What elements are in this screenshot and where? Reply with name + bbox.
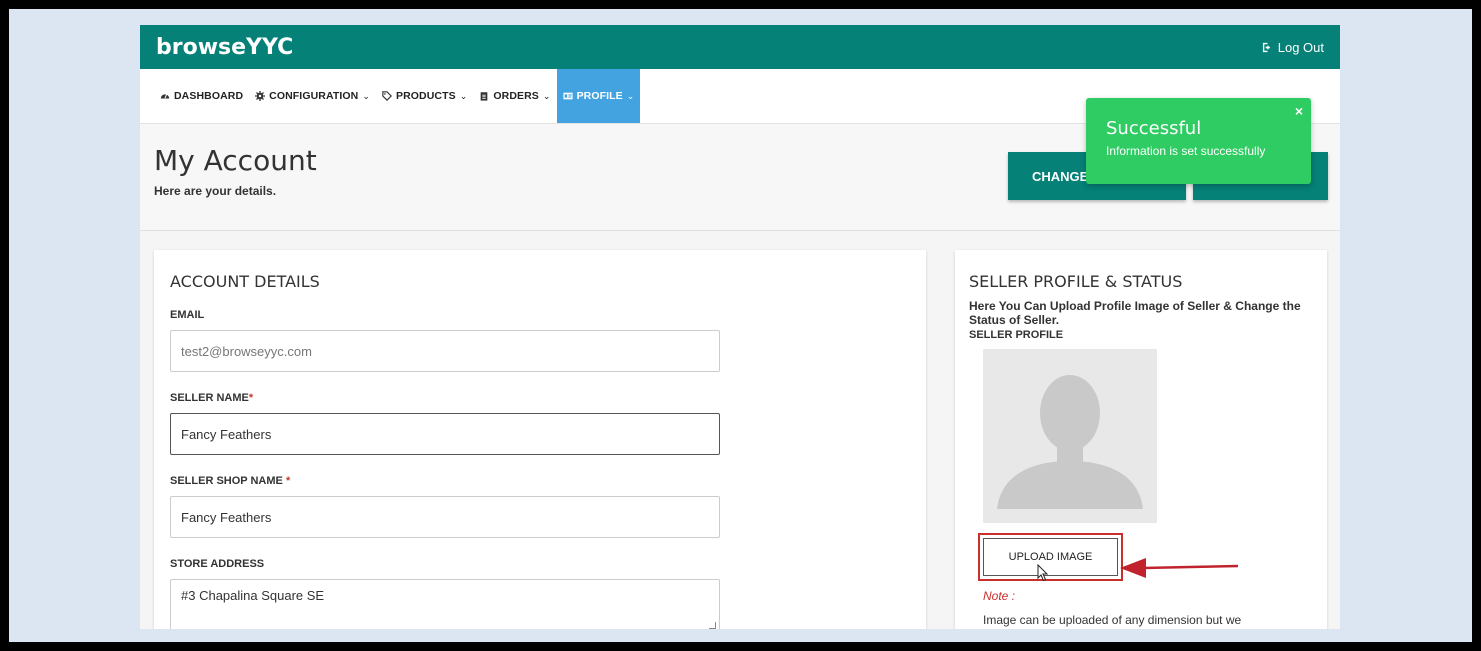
- required-mark: *: [248, 392, 254, 404]
- dashboard-icon: [160, 94, 170, 99]
- nav-dashboard[interactable]: DASHBOARD: [154, 69, 249, 123]
- chevron-down-icon: ⌄: [459, 90, 468, 101]
- screenshot-frame: browseYYC Log Out DASHBOARD CONFIGURATIO…: [9, 9, 1472, 642]
- note-label: Note :: [983, 589, 1016, 603]
- note-text: Image can be uploaded of any dimension b…: [983, 613, 1242, 627]
- shop-name-label-text: SELLER SHOP NAME: [170, 475, 283, 487]
- close-icon[interactable]: ×: [1295, 103, 1303, 119]
- nav-profile[interactable]: PROFILE ⌄: [556, 69, 641, 123]
- clipboard-icon: [481, 92, 488, 101]
- user-silhouette-icon: [997, 375, 1143, 509]
- mouse-cursor-icon: [1037, 564, 1049, 582]
- gear-icon: [255, 91, 266, 101]
- nav-products-label: PRODUCTS: [396, 90, 456, 102]
- email-field[interactable]: test2@browseyyc.com: [170, 330, 720, 372]
- app-window: browseYYC Log Out DASHBOARD CONFIGURATIO…: [140, 25, 1340, 629]
- brand-logo[interactable]: browseYYC: [156, 35, 293, 60]
- seller-profile-label: SELLER PROFILE: [969, 329, 1064, 341]
- avatar: [983, 349, 1157, 523]
- upload-image-button[interactable]: UPLOAD IMAGE: [983, 538, 1118, 576]
- account-details-card: ACCOUNT DETAILS EMAIL test2@browseyyc.co…: [154, 250, 926, 629]
- success-toast: × Successful Information is set successf…: [1086, 98, 1311, 184]
- tag-icon: [382, 91, 392, 101]
- nav-profile-label: PROFILE: [576, 90, 623, 102]
- seller-profile-description: Here You Can Upload Profile Image of Sel…: [969, 299, 1301, 327]
- id-card-icon: [562, 92, 573, 100]
- nav-orders[interactable]: ORDERS ⌄: [473, 69, 556, 123]
- email-label-text: EMAIL: [170, 309, 205, 321]
- red-arrow-annotation: [1120, 558, 1239, 578]
- seller-name-field[interactable]: Fancy Feathers: [170, 413, 720, 455]
- top-bar: browseYYC Log Out: [140, 25, 1340, 69]
- seller-name-label-text: SELLER NAME: [170, 392, 249, 404]
- store-address-value: #3 Chapalina Square SE: [181, 588, 325, 603]
- store-address-label: STORE ADDRESS: [170, 558, 910, 570]
- page-subtitle: Here are your details.: [154, 184, 277, 198]
- account-details-title: ACCOUNT DETAILS: [170, 272, 320, 291]
- nav-dashboard-label: DASHBOARD: [174, 90, 244, 102]
- page-title: My Account: [154, 144, 317, 177]
- nav-configuration-label: CONFIGURATION: [269, 90, 359, 102]
- chevron-down-icon: ⌄: [626, 90, 635, 101]
- toast-title: Successful: [1106, 118, 1202, 139]
- nav-orders-label: ORDERS: [493, 90, 539, 102]
- logout-label: Log Out: [1277, 39, 1324, 55]
- email-label: EMAIL: [170, 309, 910, 321]
- seller-profile-title: SELLER PROFILE & STATUS: [969, 272, 1183, 291]
- email-value: test2@browseyyc.com: [181, 343, 312, 359]
- shop-name-field[interactable]: Fancy Feathers: [170, 496, 720, 538]
- store-address-label-text: STORE ADDRESS: [170, 558, 265, 570]
- seller-name-label: SELLER NAME*: [170, 392, 910, 404]
- seller-name-value: Fancy Feathers: [181, 426, 272, 442]
- nav-products[interactable]: PRODUCTS ⌄: [376, 69, 473, 123]
- logout-link[interactable]: Log Out: [1262, 40, 1324, 55]
- chevron-down-icon: ⌄: [362, 90, 370, 101]
- shop-name-label: SELLER SHOP NAME *: [170, 475, 910, 487]
- nav-configuration[interactable]: CONFIGURATION ⌄: [249, 69, 376, 123]
- shop-name-value: Fancy Feathers: [181, 509, 272, 525]
- resize-handle-icon[interactable]: [709, 622, 716, 629]
- upload-highlight: UPLOAD IMAGE: [978, 533, 1123, 581]
- logout-icon: [1262, 42, 1270, 52]
- store-address-field[interactable]: #3 Chapalina Square SE: [170, 579, 720, 629]
- required-mark: *: [285, 475, 291, 487]
- toast-message: Information is set successfully: [1106, 144, 1266, 158]
- chevron-down-icon: ⌄: [542, 90, 551, 101]
